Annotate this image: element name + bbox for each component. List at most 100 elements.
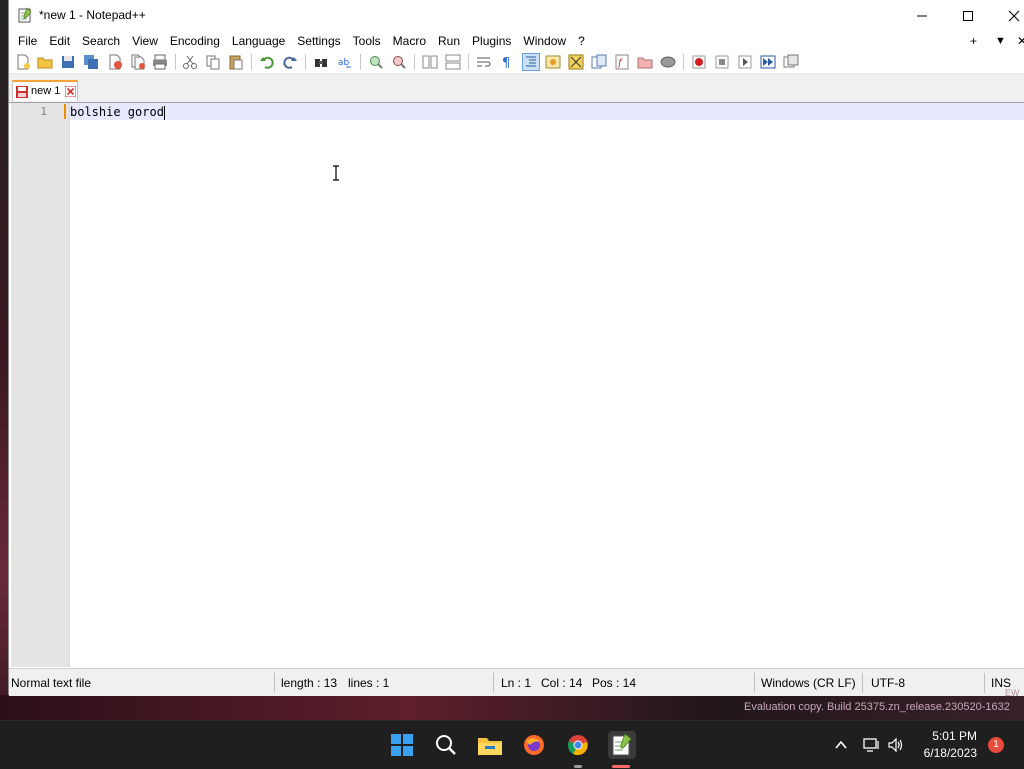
show-hidden-icons-button[interactable] [827, 731, 855, 759]
tab-list-dropdown-button[interactable]: ▼ [995, 31, 1006, 51]
minimize-button[interactable] [899, 0, 945, 31]
start-icon [391, 734, 413, 756]
replace-icon[interactable]: ab [337, 54, 353, 70]
maximize-icon [963, 10, 973, 21]
fold-margin [69, 103, 70, 667]
close-button[interactable] [991, 0, 1024, 31]
folder-as-workspace-icon[interactable] [637, 54, 653, 70]
toolbar-separator [683, 54, 684, 70]
playback-icon[interactable] [737, 54, 753, 70]
menu-file[interactable]: File [12, 31, 43, 51]
new-tab-plus-button[interactable]: + [970, 31, 977, 51]
taskbar-notepadpp[interactable] [608, 731, 636, 759]
sync-vertical-scroll-icon[interactable] [422, 54, 438, 70]
toolbar: ab ¶ f [9, 51, 1024, 74]
find-icon[interactable] [313, 54, 329, 70]
run-macro-multiple-icon[interactable] [760, 54, 776, 70]
word-wrap-icon[interactable] [476, 54, 492, 70]
redo-icon[interactable] [282, 54, 298, 70]
status-position[interactable]: Pos : 14 [592, 676, 636, 690]
status-eol[interactable]: Windows (CR LF) [761, 676, 856, 690]
document-list-icon[interactable] [591, 54, 607, 70]
menu-plugins[interactable]: Plugins [466, 31, 517, 51]
new-file-icon[interactable] [15, 54, 31, 70]
close-icon [1008, 10, 1020, 21]
menu-settings[interactable]: Settings [291, 31, 346, 51]
menu-window[interactable]: Window [517, 31, 572, 51]
desktop-background-left [0, 0, 8, 720]
close-file-icon[interactable] [107, 54, 123, 70]
firefox-icon [524, 735, 544, 755]
tab-new-1[interactable]: new 1 [12, 80, 78, 101]
menu-search[interactable]: Search [76, 31, 126, 51]
toolbar-separator [414, 54, 415, 70]
status-file-type: Normal text file [11, 676, 92, 690]
current-line-highlight [70, 103, 1024, 120]
window-title: *new 1 - Notepad++ [39, 8, 146, 22]
editor-area[interactable]: 1 bolshie gorod [9, 102, 1024, 667]
zoom-out-icon[interactable] [391, 54, 407, 70]
volume-icon [888, 737, 903, 753]
notification-badge[interactable]: 1 [988, 737, 1004, 753]
editor-line-1[interactable]: bolshie gorod [70, 104, 165, 120]
start-button[interactable] [388, 731, 416, 759]
search-icon [436, 735, 456, 755]
status-separator [493, 673, 494, 693]
status-encoding[interactable]: UTF-8 [871, 676, 905, 690]
indent-guide-icon[interactable] [522, 53, 540, 71]
taskbar-file-explorer[interactable] [476, 731, 504, 759]
save-all-icon[interactable] [83, 54, 99, 70]
volume-button[interactable] [882, 731, 910, 759]
print-icon[interactable] [152, 54, 168, 70]
monitoring-icon[interactable] [660, 54, 676, 70]
taskbar-clock-date[interactable]: 6/18/2023 [917, 746, 977, 760]
close-all-icon[interactable] [130, 54, 146, 70]
network-icon [863, 738, 879, 752]
notepadpp-window: *new 1 - Notepad++ File Edit Search View… [8, 0, 1024, 696]
function-list-icon[interactable]: f [614, 54, 630, 70]
toolbar-separator [360, 54, 361, 70]
show-all-characters-icon[interactable]: ¶ [499, 54, 515, 70]
tab-bar: new 1 [9, 74, 1024, 102]
undo-icon[interactable] [259, 54, 275, 70]
text-caret [163, 105, 165, 120]
taskbar-search-button[interactable] [432, 731, 460, 759]
file-explorer-icon [478, 738, 502, 755]
user-defined-language-icon[interactable] [545, 54, 561, 70]
menu-view[interactable]: View [126, 31, 164, 51]
start-recording-icon[interactable] [691, 54, 707, 70]
status-separator [984, 673, 985, 693]
menu-macro[interactable]: Macro [387, 31, 432, 51]
menu-encoding[interactable]: Encoding [164, 31, 226, 51]
zoom-in-icon[interactable] [368, 54, 384, 70]
svg-text:¶: ¶ [502, 56, 510, 70]
status-line-number[interactable]: Ln : 1 [501, 676, 531, 690]
menu-run[interactable]: Run [432, 31, 466, 51]
menu-language[interactable]: Language [226, 31, 291, 51]
save-recorded-macro-icon[interactable] [783, 54, 799, 70]
document-map-icon[interactable] [568, 54, 584, 70]
save-icon[interactable] [60, 54, 76, 70]
paste-icon[interactable] [228, 54, 244, 70]
unsaved-file-icon [16, 86, 28, 98]
status-column[interactable]: Col : 14 [541, 676, 582, 690]
menu-edit[interactable]: Edit [43, 31, 76, 51]
taskbar-chrome[interactable] [564, 731, 592, 759]
tab-close-icon[interactable] [65, 86, 76, 97]
copy-icon[interactable] [205, 54, 221, 70]
close-tab-menu-button[interactable]: ✕ [1017, 31, 1024, 51]
taskbar-firefox[interactable] [520, 731, 548, 759]
sync-horizontal-scroll-icon[interactable] [445, 54, 461, 70]
cut-icon[interactable] [182, 54, 198, 70]
status-length: length : 13 [281, 676, 338, 690]
toolbar-separator [305, 54, 306, 70]
taskbar-clock-time[interactable]: 5:01 PM [925, 729, 977, 743]
open-file-icon[interactable] [37, 54, 53, 70]
menu-tools[interactable]: Tools [347, 31, 387, 51]
stop-recording-icon[interactable] [714, 54, 730, 70]
taskbar: 5:01 PM 6/18/2023 1 [0, 720, 1024, 769]
title-bar[interactable]: *new 1 - Notepad++ [9, 0, 1024, 31]
menu-help[interactable]: ? [572, 31, 591, 51]
notepadpp-icon [612, 733, 632, 756]
maximize-button[interactable] [945, 0, 991, 31]
